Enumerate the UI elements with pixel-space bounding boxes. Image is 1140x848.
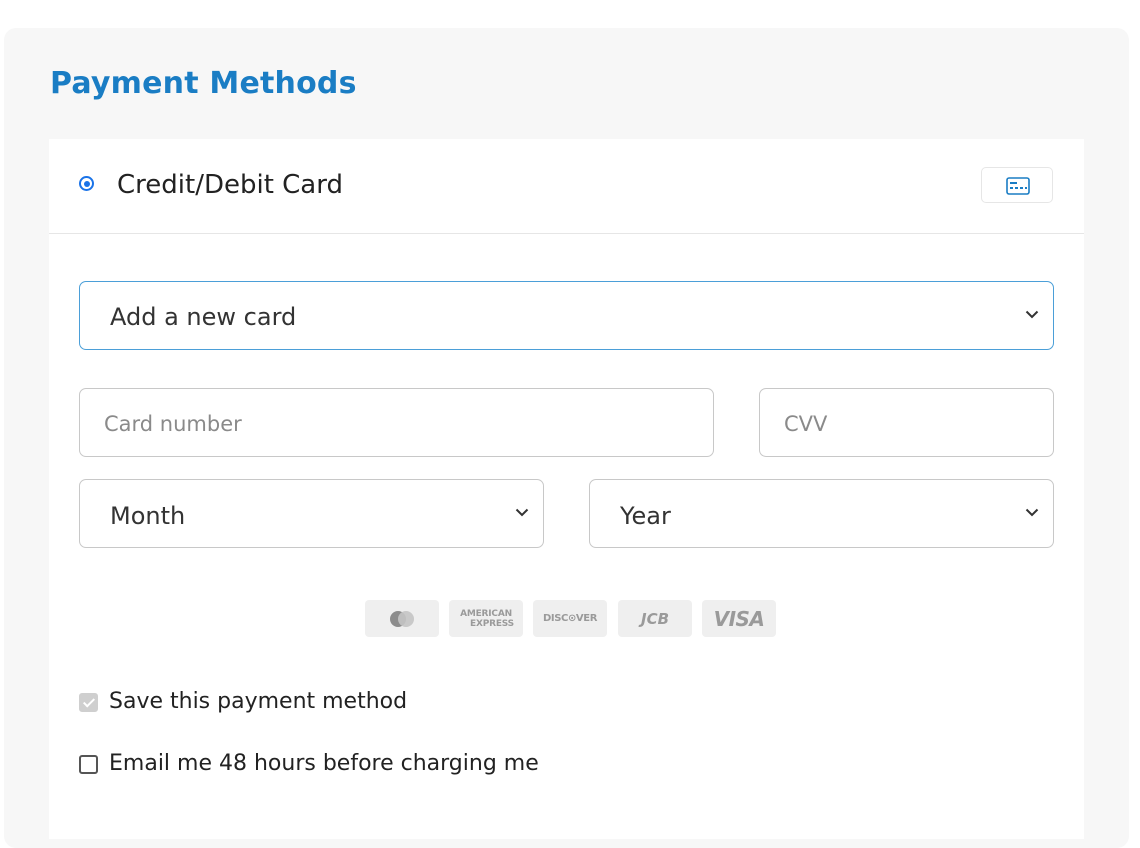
chevron-down-icon — [1025, 310, 1039, 319]
visa-logo: VISA — [702, 600, 776, 637]
card-number-input[interactable]: Card number — [79, 388, 714, 457]
email-reminder-checkbox[interactable] — [79, 755, 98, 774]
mastercard-icon — [390, 610, 414, 627]
credit-card-radio[interactable] — [79, 176, 94, 191]
card-number-placeholder: Card number — [104, 412, 242, 436]
discover-logo: DISC⊙VER — [533, 600, 607, 637]
jcb-text: JCB — [640, 609, 670, 628]
expiry-month-select[interactable]: Month — [79, 479, 544, 548]
cvv-placeholder: CVV — [784, 412, 828, 436]
chevron-down-icon — [1025, 508, 1039, 517]
jcb-logo: JCB — [618, 600, 692, 637]
chevron-down-icon — [515, 508, 529, 517]
expiry-year-select[interactable]: Year — [589, 479, 1054, 548]
credit-card-icon — [1006, 177, 1030, 195]
mastercard-logo — [365, 600, 439, 637]
save-payment-checkbox[interactable] — [79, 693, 98, 712]
visa-text: VISA — [713, 606, 765, 631]
card-icon-badge — [981, 167, 1053, 203]
payment-method-header[interactable]: Credit/Debit Card — [49, 139, 1084, 234]
cvv-input[interactable]: CVV — [759, 388, 1054, 457]
american-express-logo: AMERICAN EXPRESS — [449, 600, 523, 637]
expiry-month-value: Month — [110, 502, 186, 530]
amex-line1: AMERICAN — [460, 608, 512, 619]
payment-method-label: Credit/Debit Card — [117, 170, 343, 200]
amex-text: AMERICAN EXPRESS — [458, 609, 514, 629]
saved-card-select[interactable]: Add a new card — [79, 281, 1054, 350]
expiry-year-value: Year — [620, 502, 671, 530]
email-reminder-label: Email me 48 hours before charging me — [109, 751, 539, 776]
save-payment-label: Save this payment method — [109, 689, 408, 714]
saved-card-select-value: Add a new card — [110, 303, 297, 331]
amex-line2: EXPRESS — [470, 618, 514, 629]
discover-text: DISC⊙VER — [542, 613, 597, 624]
page-title: Payment Methods — [50, 66, 357, 101]
